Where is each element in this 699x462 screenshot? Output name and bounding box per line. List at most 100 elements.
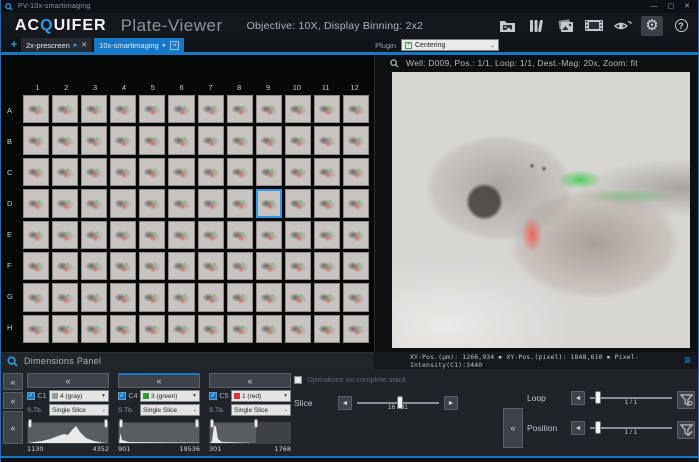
- well-thumbnail-H9[interactable]: [256, 315, 282, 343]
- close-button[interactable]: ✕: [684, 0, 690, 13]
- well-thumbnail-F6[interactable]: [168, 252, 194, 280]
- well-thumbnail-C12[interactable]: [343, 158, 369, 186]
- well-thumbnail-F5[interactable]: [139, 252, 165, 280]
- dimensions-panel-header[interactable]: Dimensions Panel: [1, 352, 374, 369]
- well-thumbnail-G7[interactable]: [198, 283, 224, 311]
- well-thumbnail-H3[interactable]: [81, 315, 107, 343]
- well-thumbnail-E4[interactable]: [110, 221, 136, 249]
- well-thumbnail-G11[interactable]: [314, 283, 340, 311]
- well-thumbnail-H10[interactable]: [285, 315, 311, 343]
- well-thumbnail-F12[interactable]: [343, 252, 369, 280]
- well-thumbnail-F8[interactable]: [227, 252, 253, 280]
- well-thumbnail-E9[interactable]: [256, 221, 282, 249]
- movie-icon[interactable]: [583, 16, 605, 36]
- well-thumbnail-G4[interactable]: [110, 283, 136, 311]
- well-thumbnail-C8[interactable]: [227, 158, 253, 186]
- preview-eye-icon[interactable]: [612, 16, 634, 36]
- library-icon[interactable]: [525, 16, 547, 36]
- position-filter-icon[interactable]: [677, 421, 695, 439]
- well-thumbnail-A11[interactable]: [314, 95, 340, 123]
- well-thumbnail-F4[interactable]: [110, 252, 136, 280]
- well-thumbnail-A6[interactable]: [168, 95, 194, 123]
- well-thumbnail-C3[interactable]: [81, 158, 107, 186]
- well-thumbnail-G10[interactable]: [285, 283, 311, 311]
- well-thumbnail-E3[interactable]: [81, 221, 107, 249]
- well-thumbnail-F1[interactable]: [23, 252, 49, 280]
- well-thumbnail-E7[interactable]: [198, 221, 224, 249]
- well-thumbnail-C10[interactable]: [285, 158, 311, 186]
- well-thumbnail-A4[interactable]: [110, 95, 136, 123]
- well-thumbnail-C9[interactable]: [256, 158, 282, 186]
- well-thumbnail-D8[interactable]: [227, 189, 253, 217]
- histogram-max-handle[interactable]: [104, 419, 108, 428]
- well-thumbnail-D4[interactable]: [110, 189, 136, 217]
- tab-10x-smartimaging[interactable]: 10x-smartimaging ▸ ✕: [94, 38, 184, 52]
- well-image[interactable]: [392, 72, 690, 348]
- well-thumbnail-G5[interactable]: [139, 283, 165, 311]
- well-thumbnail-A1[interactable]: [23, 95, 49, 123]
- well-thumbnail-A7[interactable]: [198, 95, 224, 123]
- tab-close-icon[interactable]: ✕: [170, 41, 179, 50]
- histogram[interactable]: [209, 422, 291, 444]
- loop-prev-button[interactable]: ◄: [571, 391, 585, 405]
- lut-select[interactable]: 3 (green) ▼: [140, 390, 200, 402]
- well-thumbnail-A3[interactable]: [81, 95, 107, 123]
- well-thumbnail-C1[interactable]: [23, 158, 49, 186]
- well-thumbnail-B2[interactable]: [52, 126, 78, 154]
- histogram-min-handle[interactable]: [119, 419, 123, 428]
- well-thumbnail-H4[interactable]: [110, 315, 136, 343]
- collapse-channel-button[interactable]: «: [118, 373, 200, 388]
- well-thumbnail-A10[interactable]: [285, 95, 311, 123]
- channel-enabled-checkbox[interactable]: ✓: [118, 392, 126, 400]
- well-thumbnail-G9[interactable]: [256, 283, 282, 311]
- well-thumbnail-D2[interactable]: [52, 189, 78, 217]
- well-thumbnail-E12[interactable]: [343, 221, 369, 249]
- histogram[interactable]: [27, 422, 109, 444]
- well-thumbnail-G12[interactable]: [343, 283, 369, 311]
- loop-slider[interactable]: 1 / 1: [590, 391, 672, 405]
- collapse-section-button[interactable]: «: [503, 408, 523, 448]
- well-thumbnail-C2[interactable]: [52, 158, 78, 186]
- well-thumbnail-F9[interactable]: [256, 252, 282, 280]
- well-thumbnail-G1[interactable]: [23, 283, 49, 311]
- histogram-max-handle[interactable]: [254, 419, 258, 428]
- well-thumbnail-A9[interactable]: [256, 95, 282, 123]
- well-thumbnail-E10[interactable]: [285, 221, 311, 249]
- well-thumbnail-C11[interactable]: [314, 158, 340, 186]
- well-thumbnail-E2[interactable]: [52, 221, 78, 249]
- histogram-max-handle[interactable]: [195, 419, 199, 428]
- well-thumbnail-B12[interactable]: [343, 126, 369, 154]
- well-thumbnail-G2[interactable]: [52, 283, 78, 311]
- tab-menu-arrow-icon[interactable]: ▸: [163, 41, 167, 49]
- well-thumbnail-H12[interactable]: [343, 315, 369, 343]
- well-thumbnail-B5[interactable]: [139, 126, 165, 154]
- help-icon[interactable]: ?: [670, 16, 692, 36]
- collapse-channel-button[interactable]: «: [209, 373, 291, 388]
- lut-select[interactable]: 1 (red) ▼: [231, 390, 291, 402]
- well-thumbnail-H2[interactable]: [52, 315, 78, 343]
- well-thumbnail-C6[interactable]: [168, 158, 194, 186]
- open-dataset-icon[interactable]: [496, 16, 518, 36]
- histogram[interactable]: [118, 422, 200, 444]
- well-thumbnail-D10[interactable]: [285, 189, 311, 217]
- well-thumbnail-E1[interactable]: [23, 221, 49, 249]
- well-thumbnail-E8[interactable]: [227, 221, 253, 249]
- slice-mode-select[interactable]: Single Slice ⌄: [140, 404, 200, 416]
- well-thumbnail-D1[interactable]: [23, 189, 49, 217]
- add-tab-button[interactable]: +: [7, 38, 21, 52]
- well-thumbnail-A2[interactable]: [52, 95, 78, 123]
- lut-select[interactable]: 4 (gray) ▼: [49, 390, 109, 402]
- histogram-min-handle[interactable]: [210, 419, 214, 428]
- slice-next-button[interactable]: ►: [444, 396, 458, 410]
- well-thumbnail-A5[interactable]: [139, 95, 165, 123]
- well-thumbnail-D11[interactable]: [314, 189, 340, 217]
- well-thumbnail-A8[interactable]: [227, 95, 253, 123]
- gallery-icon[interactable]: [554, 16, 576, 36]
- position-slider[interactable]: 1 / 1: [590, 421, 672, 435]
- well-thumbnail-H6[interactable]: [168, 315, 194, 343]
- well-thumbnail-B6[interactable]: [168, 126, 194, 154]
- slice-mode-select[interactable]: Single Slice ⌄: [49, 404, 109, 416]
- minimize-button[interactable]: —: [651, 0, 658, 13]
- slice-mode-select[interactable]: Single Slice ⌄: [231, 404, 291, 416]
- well-thumbnail-F10[interactable]: [285, 252, 311, 280]
